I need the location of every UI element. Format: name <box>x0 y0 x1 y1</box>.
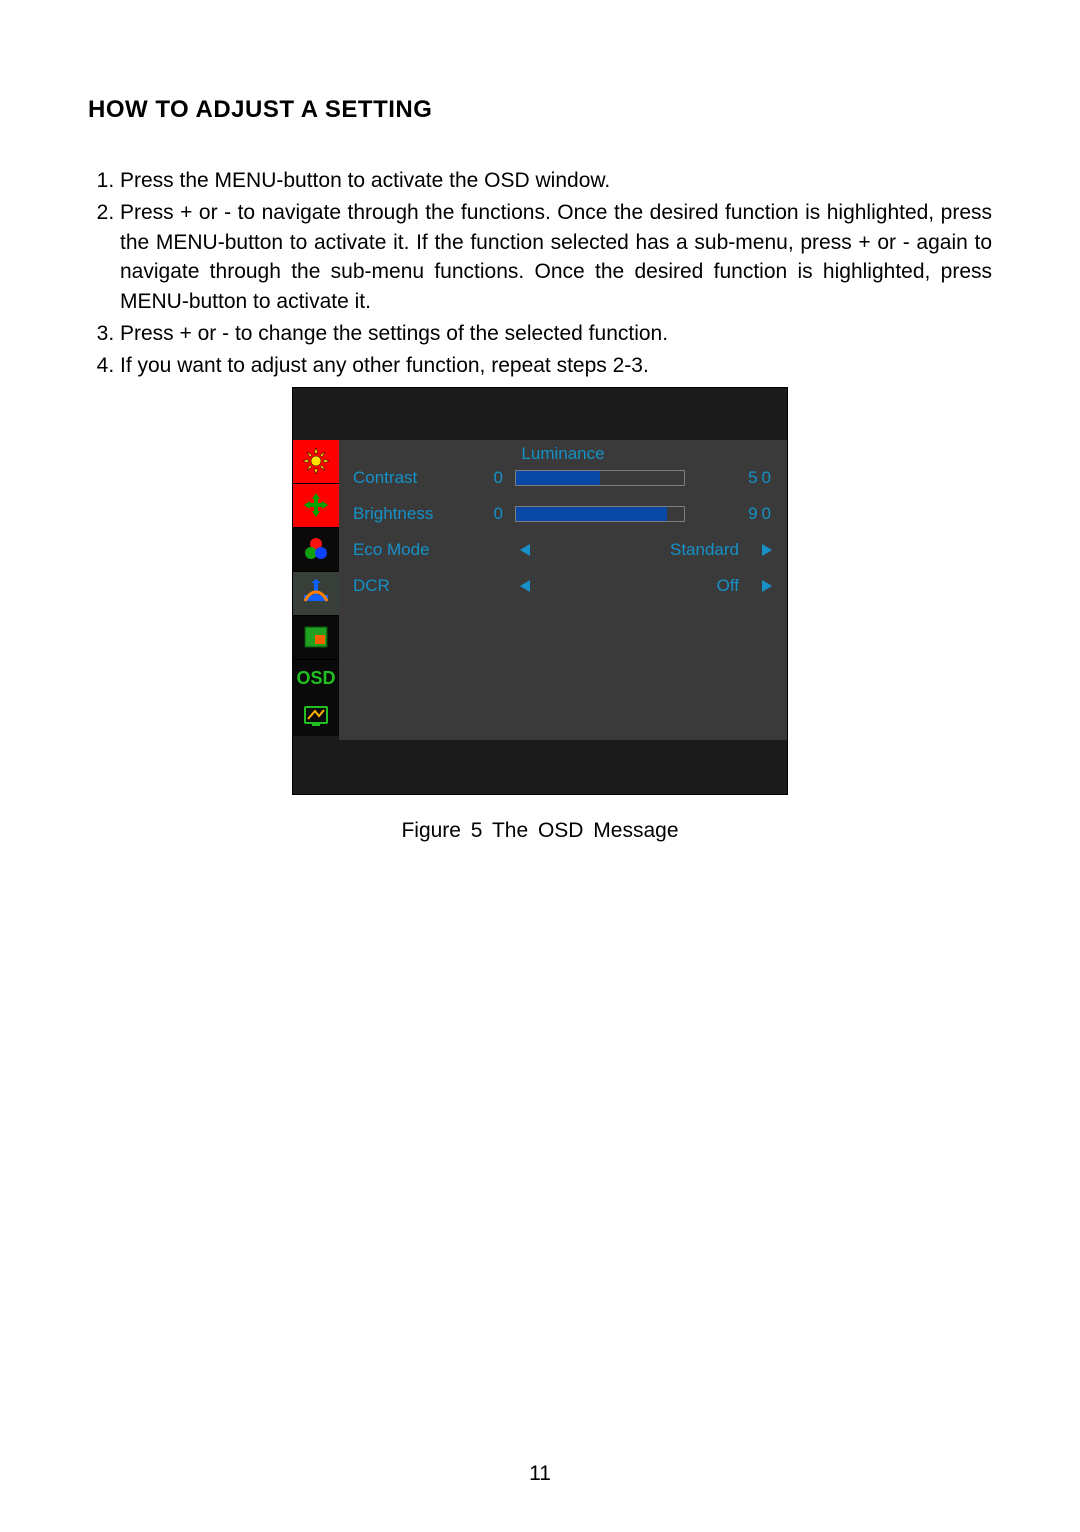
sun-icon <box>302 447 330 475</box>
monitor-icon <box>302 704 330 730</box>
ecomode-label: Eco Mode <box>353 540 483 560</box>
osd-main-panel: Luminance Contrast 0 50 Brightness 0 <box>339 440 787 740</box>
instruction-text: Press + or - to navigate through the fun… <box>120 198 992 317</box>
osd-body: OSD Luminance <box>293 440 787 740</box>
triangle-right-icon <box>760 579 774 593</box>
dcr-next[interactable] <box>757 579 777 593</box>
ecomode-next[interactable] <box>757 543 777 557</box>
color-tab[interactable] <box>293 528 339 572</box>
contrast-row[interactable]: Contrast 0 50 <box>339 460 787 496</box>
triangle-left-icon <box>518 543 532 557</box>
information-tab[interactable] <box>293 698 339 736</box>
triangle-left-icon <box>518 579 532 593</box>
instruction-step: Press + or - to change the settings of t… <box>120 319 992 349</box>
brightness-value: 90 <box>685 504 777 524</box>
brightness-slider[interactable] <box>515 506 685 522</box>
osd-empty-area <box>339 604 787 694</box>
figure-caption: Figure 5 The OSD Message <box>292 819 788 843</box>
osd-top-bar <box>293 388 787 440</box>
triangle-right-icon <box>760 543 774 557</box>
brightness-label: Brightness <box>353 504 483 524</box>
brightness-slider-fill <box>516 507 667 521</box>
brightness-min: 0 <box>483 504 503 524</box>
dcr-row[interactable]: DCR Off <box>339 568 787 604</box>
autoadjust-icon <box>301 579 331 607</box>
instruction-step: Press the MENU-button to activate the OS… <box>120 166 992 196</box>
ecomode-row[interactable]: Eco Mode Standard <box>339 532 787 568</box>
move-icon <box>302 491 330 519</box>
ecomode-option: Standard <box>535 540 757 560</box>
autoadjust-tab[interactable] <box>293 572 339 616</box>
contrast-value: 50 <box>685 468 777 488</box>
page-number: 11 <box>0 1462 1080 1486</box>
contrast-label: Contrast <box>353 468 483 488</box>
color-circles-icon <box>302 535 330 563</box>
brightness-row[interactable]: Brightness 0 90 <box>339 496 787 532</box>
osd-figure: OSD Luminance <box>292 387 788 843</box>
document-page: HOW TO ADJUST A SETTING Press the MENU-b… <box>0 0 1080 1532</box>
ecomode-prev[interactable] <box>515 543 535 557</box>
position-tab[interactable] <box>293 484 339 528</box>
picture-tab[interactable] <box>293 616 339 660</box>
instruction-step: If you want to adjust any other function… <box>120 351 992 381</box>
picture-icon <box>303 625 329 649</box>
osd-text-icon: OSD <box>296 668 335 689</box>
contrast-slider-fill <box>516 471 600 485</box>
osd-setup-tab[interactable]: OSD <box>293 660 339 698</box>
luminance-tab[interactable] <box>293 440 339 484</box>
section-title: HOW TO ADJUST A SETTING <box>88 96 992 124</box>
contrast-min: 0 <box>483 468 503 488</box>
osd-window: OSD Luminance <box>292 387 788 795</box>
instruction-list: Press the MENU-button to activate the OS… <box>88 166 992 381</box>
contrast-slider[interactable] <box>515 470 685 486</box>
dcr-prev[interactable] <box>515 579 535 593</box>
osd-bottom-bar <box>293 740 787 794</box>
dcr-option: Off <box>535 576 757 596</box>
instruction-step: Press + or - to navigate through the fun… <box>120 198 992 317</box>
dcr-label: DCR <box>353 576 483 596</box>
osd-sidebar: OSD <box>293 440 339 740</box>
